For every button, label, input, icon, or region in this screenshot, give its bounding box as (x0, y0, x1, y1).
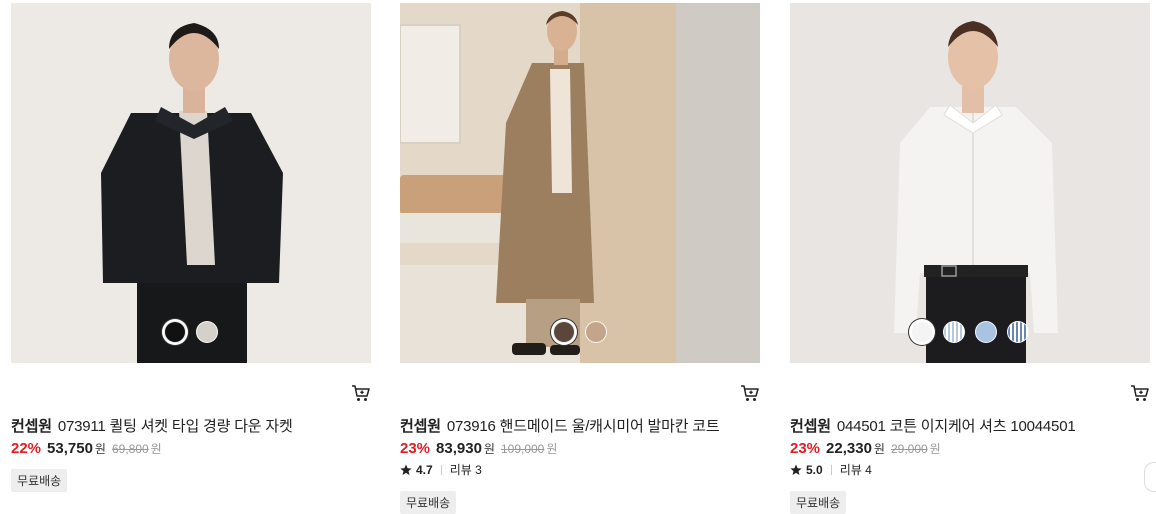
star-icon (400, 464, 412, 475)
currency-unit: 원 (929, 442, 941, 456)
product-name[interactable]: 044501 코튼 이지케어 셔츠 10044501 (837, 418, 1076, 435)
original-price: 69,800 (111, 442, 149, 456)
product-image[interactable] (400, 3, 760, 363)
product-image[interactable] (790, 3, 1150, 363)
cart-icon[interactable] (1130, 383, 1150, 403)
review-count[interactable]: 리뷰 4 (840, 461, 872, 478)
color-swatch[interactable] (196, 321, 218, 343)
product-image[interactable] (11, 3, 371, 363)
product-title[interactable]: 컨셉원 073916 핸드메이드 울/캐시미어 발마칸 코트 (400, 415, 760, 436)
color-swatches (790, 321, 1150, 345)
color-swatch[interactable] (553, 321, 575, 343)
currency-unit: 원 (483, 442, 495, 456)
color-swatch[interactable] (911, 321, 933, 343)
scroll-handle[interactable] (1144, 462, 1156, 492)
sale-price: 53,750 (47, 440, 93, 457)
product-title[interactable]: 컨셉원 044501 코튼 이지케어 셔츠 10044501 (790, 415, 1150, 436)
product-card[interactable]: 컨셉원 044501 코튼 이지케어 셔츠 10044501 23% 22,330 원… (790, 3, 1150, 514)
currency-unit: 원 (94, 442, 106, 456)
price-row: 23% 83,930 원 109,000 원 (400, 440, 557, 457)
original-price: 109,000 (500, 442, 545, 456)
color-swatch[interactable] (1007, 321, 1029, 343)
color-swatch[interactable] (585, 321, 607, 343)
divider (830, 464, 832, 475)
currency-unit: 원 (873, 442, 885, 456)
product-name[interactable]: 073916 핸드메이드 울/캐시미어 발마칸 코트 (447, 418, 720, 435)
color-swatches (11, 321, 371, 345)
original-price: 29,000 (890, 442, 928, 456)
color-swatch[interactable] (943, 321, 965, 343)
rating-score: 4.7 (416, 462, 433, 477)
product-card[interactable]: 컨셉원 073911 퀼팅 셔켓 타입 경량 다운 자켓 22% 53,750 원 69… (11, 3, 371, 492)
rating-row: 5.0 리뷰 4 (790, 461, 872, 478)
cart-icon[interactable] (740, 383, 760, 403)
discount-rate: 22% (11, 440, 42, 457)
color-swatches (400, 321, 760, 345)
divider (440, 464, 442, 475)
discount-rate: 23% (790, 440, 821, 457)
product-card[interactable]: 컨셉원 073916 핸드메이드 울/캐시미어 발마칸 코트 23% 83,930 원… (400, 3, 760, 514)
star-icon (790, 464, 802, 475)
rating-row: 4.7 리뷰 3 (400, 461, 482, 478)
brand-name[interactable]: 컨셉원 (790, 418, 831, 435)
color-swatch[interactable] (975, 321, 997, 343)
sale-price: 83,930 (436, 440, 482, 457)
product-name[interactable]: 073911 퀼팅 셔켓 타입 경량 다운 자켓 (58, 418, 293, 435)
free-shipping-badge: 무료배송 (11, 469, 68, 492)
discount-rate: 23% (400, 440, 431, 457)
product-title[interactable]: 컨셉원 073911 퀼팅 셔켓 타입 경량 다운 자켓 (11, 415, 371, 436)
rating-score: 5.0 (806, 462, 823, 477)
price-row: 23% 22,330 원 29,000 원 (790, 440, 941, 457)
free-shipping-badge: 무료배송 (790, 491, 847, 514)
color-swatch[interactable] (164, 321, 186, 343)
currency-unit: 원 (150, 442, 162, 456)
free-shipping-badge: 무료배송 (400, 491, 457, 514)
price-row: 22% 53,750 원 69,800 원 (11, 440, 162, 457)
cart-icon[interactable] (351, 383, 371, 403)
brand-name[interactable]: 컨셉원 (400, 418, 441, 435)
currency-unit: 원 (546, 442, 558, 456)
review-count[interactable]: 리뷰 3 (450, 461, 482, 478)
sale-price: 22,330 (826, 440, 872, 457)
brand-name[interactable]: 컨셉원 (11, 418, 52, 435)
